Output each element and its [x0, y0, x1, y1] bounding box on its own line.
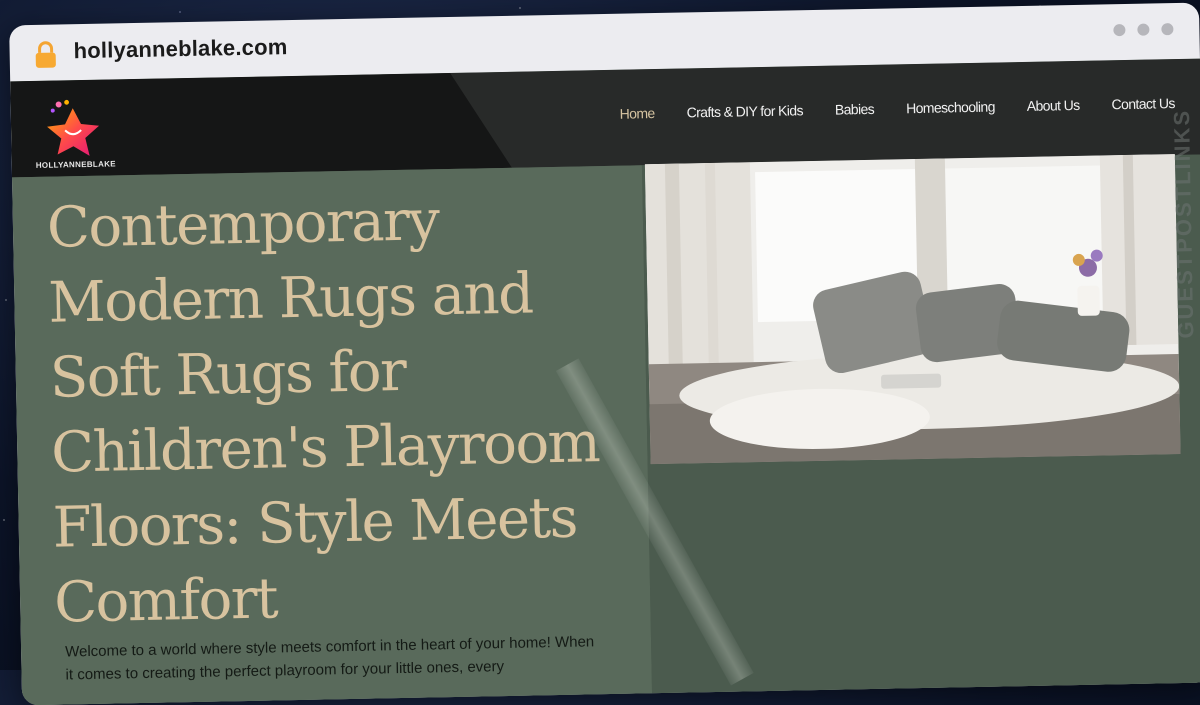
- browser-window: hollyanneblake.com HOLLYANNEBLAKE Home C…: [9, 2, 1200, 705]
- nav-babies[interactable]: Babies: [835, 101, 875, 118]
- nav-crafts-diy[interactable]: Crafts & DIY for Kids: [686, 102, 803, 120]
- window-control-dot[interactable]: [1137, 23, 1150, 36]
- main-navigation: Home Crafts & DIY for Kids Babies Homesc…: [620, 95, 1175, 122]
- nav-about-us[interactable]: About Us: [1027, 97, 1080, 114]
- lock-icon: [33, 40, 58, 73]
- window-control-dot[interactable]: [1113, 23, 1126, 37]
- logo-wordmark: HOLLYANNEBLAKE: [35, 159, 116, 170]
- star-logo-icon: [47, 99, 100, 156]
- site-logo[interactable]: [39, 97, 120, 169]
- nav-homeschooling[interactable]: Homeschooling: [906, 99, 995, 117]
- hero-title: Contemporary Modern Rugs and Soft Rugs f…: [46, 188, 600, 636]
- window-control-dot[interactable]: [1161, 23, 1174, 36]
- watermark-text: GUESTPOSTLINKS: [1168, 108, 1199, 339]
- playroom-rug-photo: [644, 154, 1181, 465]
- address-bar-url[interactable]: hollyanneblake.com: [73, 34, 287, 64]
- window-controls: [1113, 23, 1174, 37]
- guestpost-watermark: GUESTPOSTLINKS: [1167, 99, 1200, 400]
- nav-contact-us[interactable]: Contact Us: [1111, 95, 1175, 112]
- nav-home[interactable]: Home: [620, 105, 655, 122]
- webpage: HOLLYANNEBLAKE Home Crafts & DIY for Kid…: [10, 58, 1200, 705]
